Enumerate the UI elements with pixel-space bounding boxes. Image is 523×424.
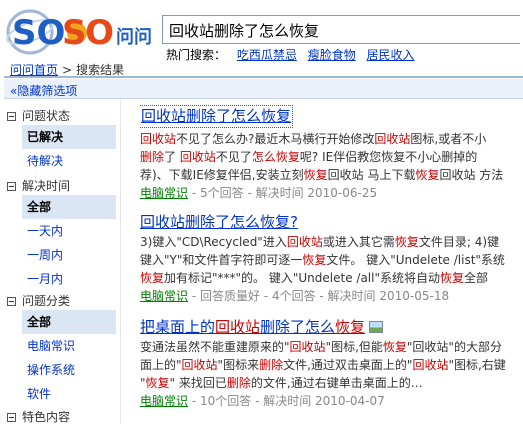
result-snippet-line: 面上的"回收站"图标来删除文件,通过双击桌面上的"回收站"图标,右键: [140, 358, 506, 372]
hot-searches: 热门搜索： 吃西瓜禁忌 瘦脸食物 居民收入: [166, 46, 415, 63]
filter-group-title: 特色内容: [22, 410, 71, 424]
soso-logo[interactable]: SO SO 问问: [4, 4, 156, 56]
header: SO SO 问问 回收站删除了怎么恢复 热门搜索： 吃西瓜禁忌 瘦脸食物 居民收…: [0, 0, 523, 63]
result-snippet-line: 删除了 回收站不见了怎么恢复呢? IE伴侣教您恢复不小心删掉的: [140, 150, 478, 164]
search-input[interactable]: 回收站删除了怎么恢复: [162, 15, 520, 44]
result-item: 把桌面上的回收站删除了怎么恢复 变通法虽然不能重建原来的"回收站"图标,但能恢复…: [140, 317, 523, 410]
result-meta: 电脑常识 - 10个回答 - 解决时间 2010-04-07: [140, 392, 523, 410]
breadcrumb-current: 搜索结果: [76, 63, 125, 77]
result-snippet-line: 变通法虽然不能重建原来的"回收站"图标,但能恢复"回收站"的大部分: [140, 340, 502, 354]
collapse-icon[interactable]: [7, 182, 16, 191]
filter-group-title: 问题状态: [22, 109, 71, 123]
hot-searches-label: 热门搜索：: [166, 48, 227, 62]
collapse-icon[interactable]: [7, 297, 16, 306]
result-snippet-line: 键入"Y"和文件首字符即可逐一恢复文件。 键入"Undelete /list"系…: [140, 253, 505, 267]
result-meta-text: - 5个回答 - 解决时间 2010-06-25: [191, 186, 378, 200]
filter-group-time: 解决时间 全部 一天内 一周内 一月内: [4, 177, 116, 291]
result-title-link[interactable]: 回收站删除了怎么恢复?: [140, 212, 523, 233]
result-title-link[interactable]: 把桌面上的回收站删除了怎么恢复: [140, 317, 523, 338]
image-icon: [369, 321, 384, 333]
filter-option-selected[interactable]: 已解决: [22, 125, 116, 149]
filter-option[interactable]: 操作系统: [4, 358, 116, 382]
result-meta-text: - 回答质量好 - 4个回答 - 解决时间 2010-05-18: [191, 289, 450, 303]
breadcrumb-home-link[interactable]: 问问首页: [10, 63, 58, 77]
result-meta: 电脑常识 - 5个回答 - 解决时间 2010-06-25: [140, 184, 523, 202]
breadcrumb-separator: >: [62, 63, 73, 77]
filter-sidebar: 问题状态 已解决 待解决 解决时间 全部 一天内 一周内 一月内 问题分类 全部…: [4, 100, 116, 424]
filter-group-header[interactable]: 问题状态: [4, 107, 116, 125]
filter-option-selected[interactable]: 全部: [22, 195, 116, 219]
hide-filters-link[interactable]: «隐藏筛选项: [10, 82, 77, 99]
result-category-link[interactable]: 电脑常识: [140, 186, 188, 200]
filter-option[interactable]: 待解决: [4, 149, 116, 173]
filter-group-header[interactable]: 解决时间: [4, 177, 116, 195]
filter-option[interactable]: 电脑常识: [4, 334, 116, 358]
divider: [4, 76, 523, 78]
result-item: 回收站删除了怎么恢复 回收站不见了怎么办?最近木马横行开始修改回收站图标,或者不…: [140, 105, 523, 202]
filter-option[interactable]: 一天内: [4, 219, 116, 243]
filter-group-title: 问题分类: [22, 294, 71, 308]
result-title-link[interactable]: 回收站删除了怎么恢复: [140, 105, 294, 128]
result-snippet-line: 3)键入"CD\Recycled"进入回收站或进入其它需恢复文件目录; 4)键: [140, 235, 500, 249]
hot-search-link[interactable]: 吃西瓜禁忌: [237, 48, 297, 62]
result-item: 回收站删除了怎么恢复? 3)键入"CD\Recycled"进入回收站或进入其它需…: [140, 212, 523, 305]
result-snippet-line: 回收站不见了怎么办?最近木马横行开始修改回收站图标,或者不小: [140, 132, 487, 146]
result-category-link[interactable]: 电脑常识: [140, 289, 188, 303]
filter-group-header[interactable]: 问题分类: [4, 292, 116, 310]
result-snippet-line: 恢复加有标记"***"的。 键入"Undelete /all"系统将自动恢复全部: [140, 271, 489, 285]
logo-so-1: SO: [12, 13, 65, 53]
collapse-icon[interactable]: [7, 112, 16, 121]
result-snippet-line: "恢复" 来找回已删除的文件,通过右键单击桌面上的…: [140, 376, 423, 390]
collapse-icon[interactable]: [7, 413, 16, 422]
hot-search-link[interactable]: 瘦脸食物: [308, 48, 356, 62]
filter-group-category: 问题分类 全部 电脑常识 操作系统 软件: [4, 292, 116, 406]
divider: [120, 100, 121, 424]
filter-option-selected[interactable]: 全部: [22, 310, 116, 334]
logo-so-2: SO: [62, 13, 114, 53]
filter-group-header[interactable]: 特色内容: [4, 408, 116, 424]
results-list: 回收站删除了怎么恢复 回收站不见了怎么办?最近木马横行开始修改回收站图标,或者不…: [140, 100, 523, 424]
result-meta-text: - 10个回答 - 解决时间 2010-04-07: [191, 394, 385, 408]
result-category-link[interactable]: 电脑常识: [140, 394, 188, 408]
filter-group-status: 问题状态 已解决 待解决: [4, 107, 116, 173]
result-meta: 电脑常识 - 回答质量好 - 4个回答 - 解决时间 2010-05-18: [140, 287, 523, 305]
filter-bar: «隐藏筛选项: [4, 79, 523, 99]
filter-option[interactable]: 一周内: [4, 243, 116, 267]
filter-option[interactable]: 软件: [4, 382, 116, 406]
title-text: 回收站删除了怎么恢复?: [140, 213, 298, 231]
title-text: 回收站删除了怎么恢复: [141, 107, 292, 125]
filter-group-title: 解决时间: [22, 179, 71, 193]
hot-search-link[interactable]: 居民收入: [367, 48, 415, 62]
filter-option[interactable]: 一月内: [4, 267, 116, 291]
result-snippet-line: 荐)、下载IE修复伴侣,安装立刻恢复回收站 马上下载恢复回收站 方法: [140, 168, 504, 182]
logo-wenwen: 问问: [116, 27, 152, 48]
filter-group-featured: 特色内容: [4, 408, 116, 424]
